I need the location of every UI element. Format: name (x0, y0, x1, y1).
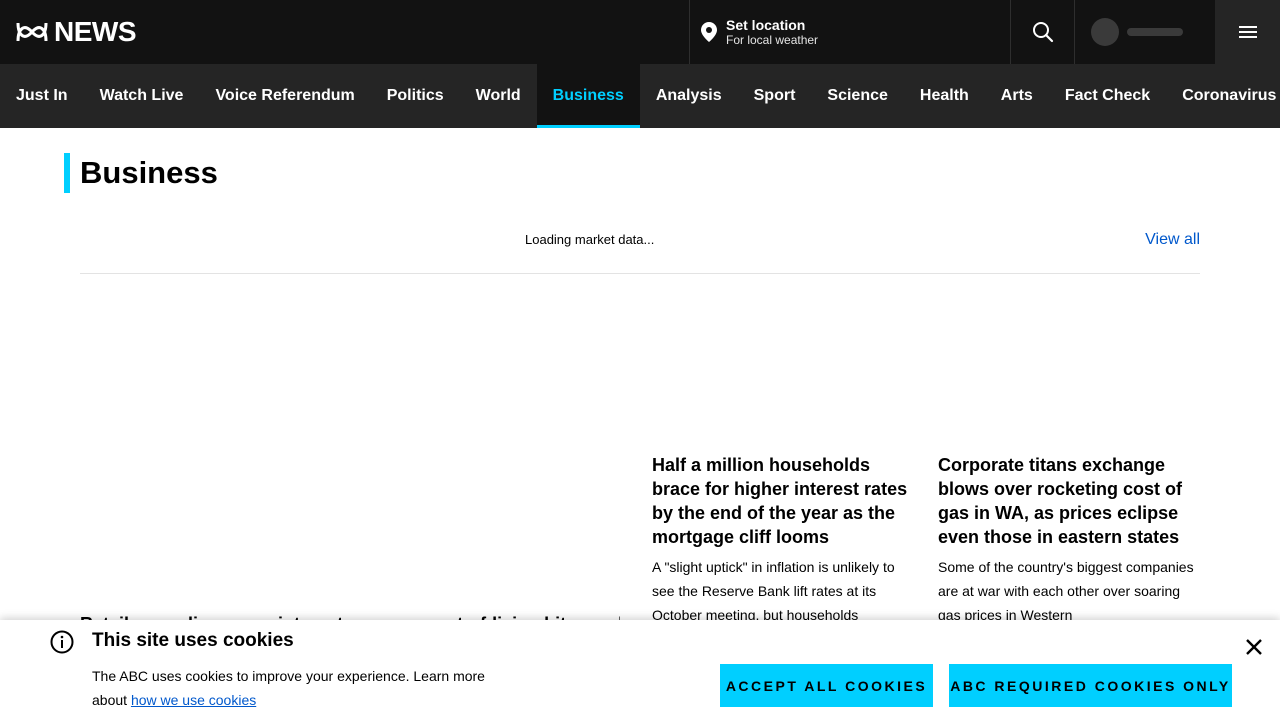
search-button[interactable] (1010, 0, 1074, 64)
logo-text: NEWS (54, 16, 137, 47)
search-icon (1032, 22, 1053, 43)
story-card[interactable]: Corporate titans exchange blows over roc… (938, 453, 1200, 627)
profile-button[interactable] (1074, 0, 1215, 64)
page-title: Business (64, 153, 218, 193)
nav-item-watch-live[interactable]: Watch Live (84, 64, 200, 128)
location-title: Set location (726, 17, 806, 33)
page-heading: Business (80, 155, 218, 190)
market-loading-text: Loading market data... (525, 232, 655, 247)
nav-item-arts[interactable]: Arts (985, 64, 1049, 128)
accept-all-cookies-button[interactable]: Accept all cookies (720, 664, 933, 707)
required-cookies-only-button[interactable]: ABC required cookies only (949, 664, 1232, 707)
nav-item-fact-check[interactable]: Fact Check (1049, 64, 1166, 128)
top-bar: NEWS Set location For local weather (0, 0, 1280, 64)
market-data-strip: Loading market data... View all (80, 218, 1200, 274)
set-location-button[interactable]: Set location For local weather (689, 0, 1010, 64)
title-accent-bar (64, 153, 70, 193)
nav-item-analysis[interactable]: Analysis (640, 64, 738, 128)
cookie-policy-link[interactable]: how we use cookies (131, 692, 256, 708)
cookie-title: This site uses cookies (92, 630, 294, 651)
close-icon[interactable] (1244, 637, 1264, 662)
story-headline[interactable]: Half a million households brace for high… (652, 453, 914, 549)
abc-logo-icon (16, 22, 48, 42)
abc-news-logo[interactable]: NEWS (0, 0, 689, 64)
nav-item-politics[interactable]: Politics (371, 64, 460, 128)
nav-item-business[interactable]: Business (536, 64, 640, 128)
story-summary: Some of the country's biggest companies … (938, 559, 1194, 623)
cookie-banner: This site uses cookies The ABC uses cook… (0, 620, 1280, 720)
cookie-text: The ABC uses cookies to improve your exp… (92, 664, 492, 712)
nav-item-coronavirus[interactable]: Coronavirus (1166, 64, 1280, 128)
profile-name-placeholder (1127, 28, 1183, 36)
nav-item-science[interactable]: Science (811, 64, 903, 128)
main-nav: Just In Watch Live Voice Referendum Poli… (0, 64, 1280, 128)
view-all-link[interactable]: View all (1145, 231, 1200, 249)
location-subtitle: For local weather (726, 33, 819, 47)
nav-item-sport[interactable]: Sport (738, 64, 812, 128)
menu-button[interactable] (1215, 0, 1280, 64)
nav-item-health[interactable]: Health (904, 64, 985, 128)
location-pin-icon (700, 21, 718, 43)
avatar (1091, 18, 1119, 46)
hamburger-menu-icon (1238, 26, 1257, 38)
nav-item-voice-referendum[interactable]: Voice Referendum (199, 64, 370, 128)
nav-item-world[interactable]: World (460, 64, 537, 128)
story-headline[interactable]: Corporate titans exchange blows over roc… (938, 453, 1200, 549)
info-icon (50, 630, 74, 659)
story-summary: A "slight uptick" in inflation is unlike… (652, 559, 895, 623)
story-card[interactable]: Half a million households brace for high… (652, 453, 914, 627)
nav-item-just-in[interactable]: Just In (0, 64, 84, 128)
